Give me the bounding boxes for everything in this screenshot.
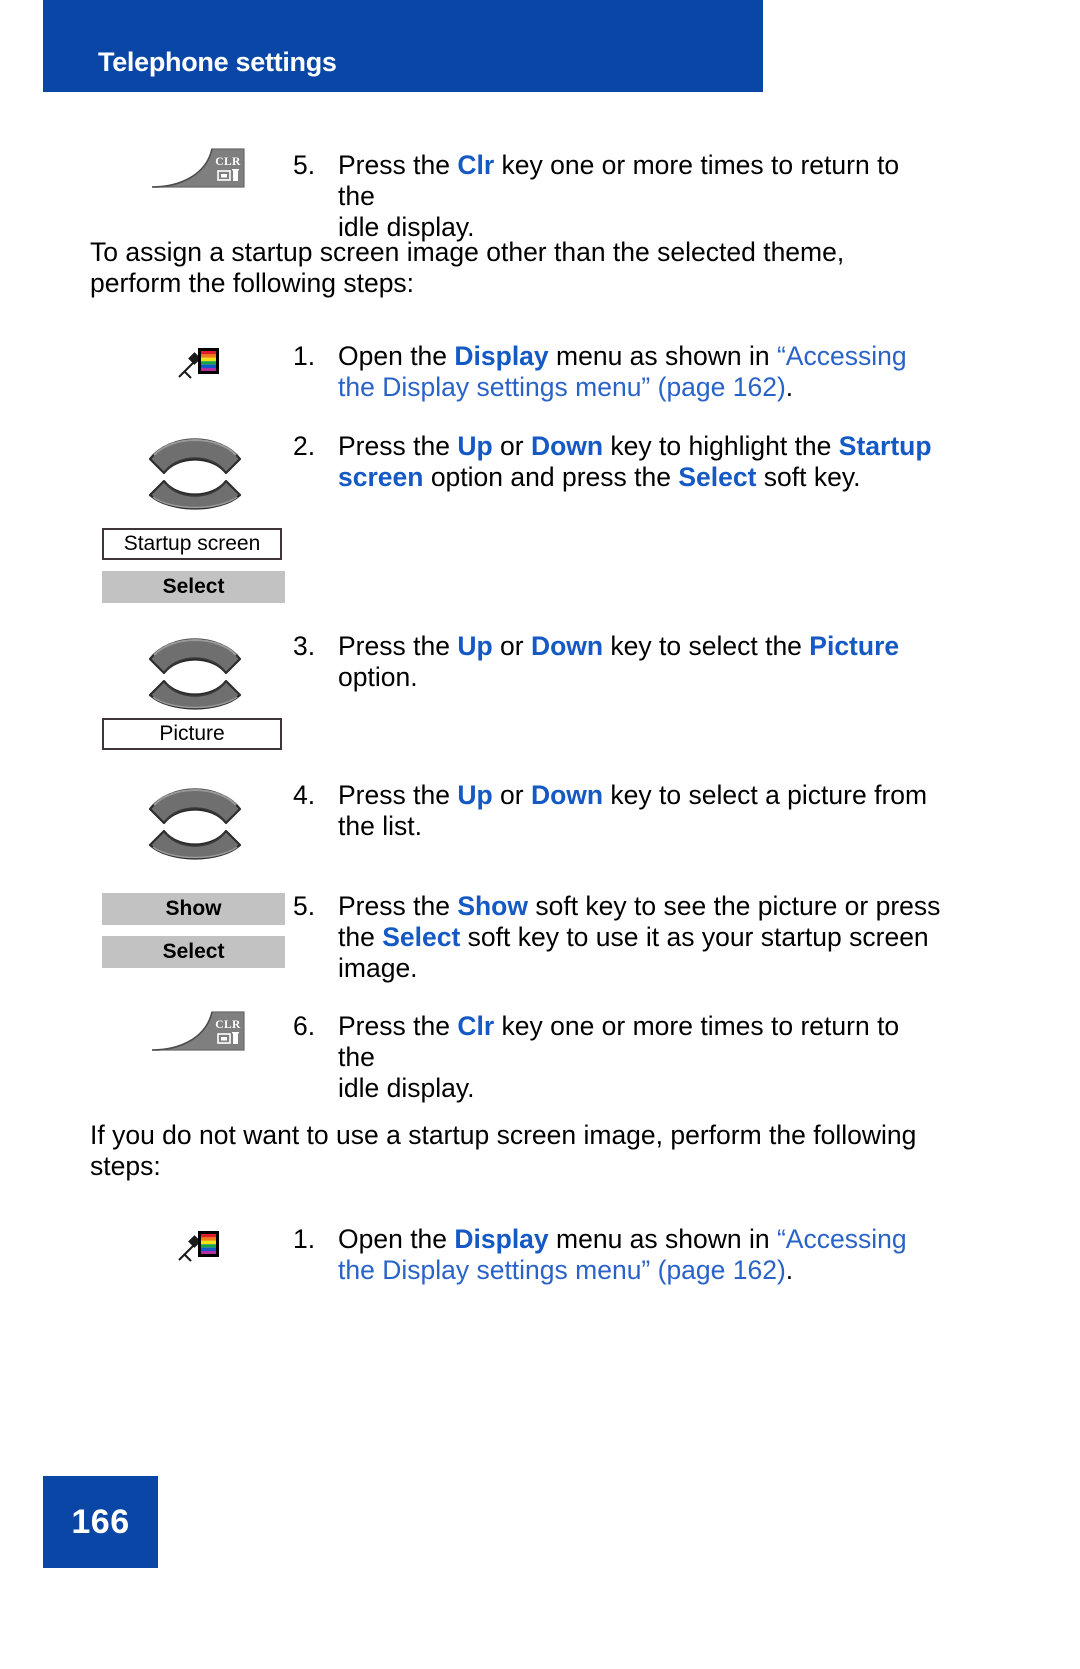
step-instruction: Press the Clr key one or more times to r… xyxy=(338,150,938,243)
menu-item-picture[interactable]: Picture xyxy=(102,718,282,750)
step-instruction: Press the Up or Down key to select the P… xyxy=(338,631,938,693)
step-text-part: key to highlight the xyxy=(603,431,839,461)
cross-reference-link[interactable]: “Accessing xyxy=(777,341,907,371)
step-text-part: menu as shown in xyxy=(548,341,777,371)
page-header-bar: Telephone settings xyxy=(43,0,763,92)
step-text-part: menu as shown in xyxy=(548,1224,777,1254)
updown-nav-key-icon xyxy=(140,775,250,863)
step-text-part: option. xyxy=(338,662,418,692)
option-picture: Picture xyxy=(809,631,900,661)
page-number-box: 166 xyxy=(43,1476,158,1568)
step-text-part: or xyxy=(492,631,531,661)
softkey-name-select: Select xyxy=(382,922,461,952)
softkey-show[interactable]: Show xyxy=(102,893,285,925)
step-instruction: Press the Up or Down key to highlight th… xyxy=(338,431,938,493)
step-text-part: . xyxy=(785,1255,794,1285)
key-name-clr: Clr xyxy=(457,1011,495,1041)
page-title: Telephone settings xyxy=(98,47,337,77)
cross-reference-link[interactable]: the Display settings menu” (page 162) xyxy=(338,372,786,402)
softkey-select[interactable]: Select xyxy=(102,571,285,603)
step-text-part: . xyxy=(785,372,794,402)
cross-reference-link[interactable]: “Accessing xyxy=(777,1224,907,1254)
step-text-part: option and press the xyxy=(423,462,679,492)
display-palette-icon xyxy=(176,341,222,381)
step-number: 6. xyxy=(293,1011,316,1041)
clr-key-icon: CLR xyxy=(150,145,246,191)
cross-reference-link[interactable]: the Display settings menu” (page 162) xyxy=(338,1255,786,1285)
updown-nav-key-icon xyxy=(140,625,250,713)
step-number: 1. xyxy=(293,1224,316,1254)
menu-name-display: Display xyxy=(454,1224,549,1254)
step-text-part: soft key to use it as your startup scree… xyxy=(460,922,929,952)
step-number: 5. xyxy=(293,150,316,180)
document-page: Telephone settings CLR 5. Press the Clr … xyxy=(0,0,1080,1669)
step-text-part: key to select a picture from xyxy=(603,780,928,810)
step-number: 5. xyxy=(293,891,316,921)
key-name-up: Up xyxy=(457,780,493,810)
step-text-part: or xyxy=(492,431,531,461)
step-text-part: Press the xyxy=(338,431,458,461)
softkey-name-show: Show xyxy=(457,891,528,921)
step-instruction: Press the Show soft key to see the pictu… xyxy=(338,891,958,984)
step-text-part: Press the xyxy=(338,891,458,921)
step-text-part: Press the xyxy=(338,1011,458,1041)
updown-nav-key-icon xyxy=(140,425,250,513)
svg-text:CLR: CLR xyxy=(215,156,241,168)
display-palette-icon xyxy=(176,1224,222,1264)
paragraph-assign-startup: To assign a startup screen image other t… xyxy=(90,237,845,298)
key-name-down: Down xyxy=(530,780,604,810)
step-instruction: Press the Clr key one or more times to r… xyxy=(338,1011,938,1104)
step-text-part: image. xyxy=(338,953,418,983)
step-text-part: Press the xyxy=(338,631,458,661)
clr-key-icon: CLR xyxy=(150,1008,246,1054)
step-text-part: the xyxy=(338,922,383,952)
step-text-part: Open the xyxy=(338,1224,455,1254)
step-number: 4. xyxy=(293,780,316,810)
step-text-part: key to select the xyxy=(603,631,810,661)
step-text-part: soft key to see the picture or press xyxy=(527,891,941,921)
paragraph-no-startup-image: If you do not want to use a startup scre… xyxy=(90,1120,917,1181)
option-screen: screen xyxy=(338,462,424,492)
step-text-part: soft key. xyxy=(756,462,861,492)
step-text-part: Open the xyxy=(338,341,455,371)
svg-text:CLR: CLR xyxy=(215,1019,241,1031)
key-name-down: Down xyxy=(530,431,604,461)
step-text-part: Press the xyxy=(338,780,458,810)
step-instruction: Open the Display menu as shown in “Acces… xyxy=(338,1224,938,1286)
step-number: 1. xyxy=(293,341,316,371)
menu-item-startup-screen[interactable]: Startup screen xyxy=(102,528,282,560)
step-text-part: or xyxy=(492,780,531,810)
step-instruction: Press the Up or Down key to select a pic… xyxy=(338,780,948,842)
key-name-up: Up xyxy=(457,631,493,661)
step-text-part: Press the xyxy=(338,150,458,180)
key-name-clr: Clr xyxy=(457,150,495,180)
option-startup: Startup xyxy=(838,431,932,461)
key-name-down: Down xyxy=(530,631,604,661)
menu-name-display: Display xyxy=(454,341,549,371)
softkey-name-select: Select xyxy=(678,462,757,492)
key-name-up: Up xyxy=(457,431,493,461)
step-number: 3. xyxy=(293,631,316,661)
softkey-select[interactable]: Select xyxy=(102,936,285,968)
page-number: 166 xyxy=(71,1502,130,1541)
step-text-part: idle display. xyxy=(338,1073,475,1103)
step-number: 2. xyxy=(293,431,316,461)
step-text-part: the list. xyxy=(338,811,422,841)
step-instruction: Open the Display menu as shown in “Acces… xyxy=(338,341,938,403)
